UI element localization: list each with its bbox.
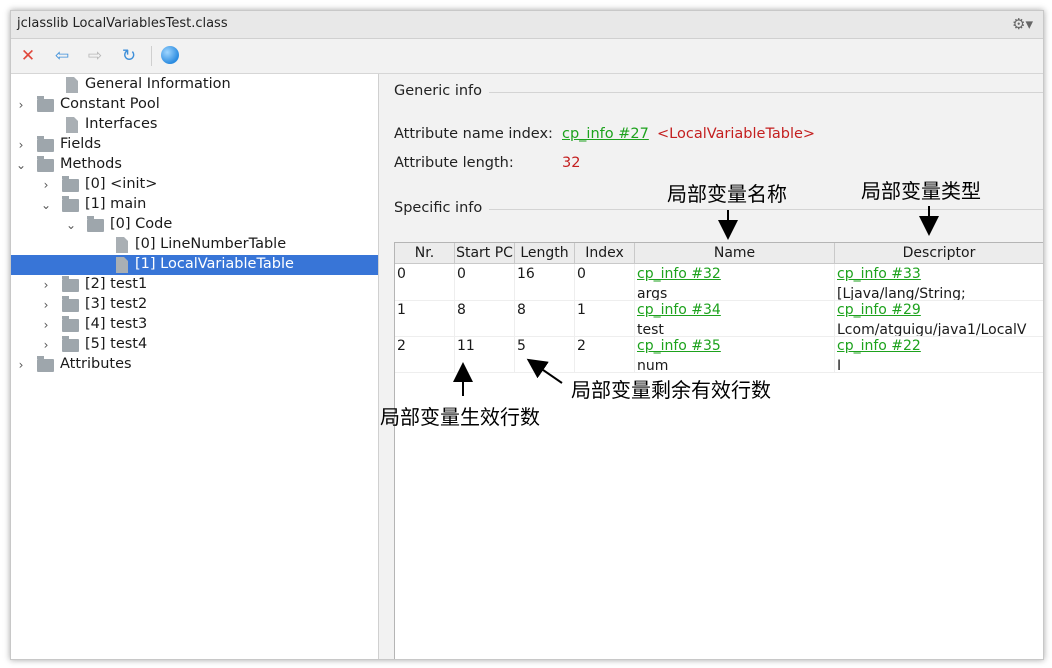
arrow-to-length-cell (526, 358, 563, 384)
annotation-arrows (453, 206, 939, 396)
